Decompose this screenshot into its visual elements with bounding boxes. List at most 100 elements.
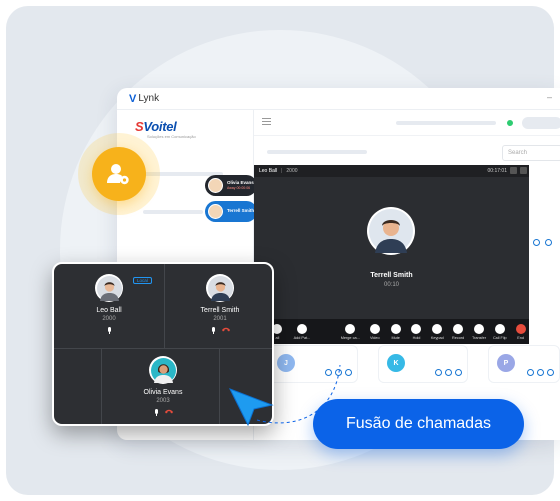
mic-icon[interactable] (107, 327, 112, 334)
more-icon[interactable] (547, 369, 554, 376)
call-control-label: Record (452, 335, 465, 340)
avatar (149, 356, 177, 384)
call-control-label: Transfer (471, 335, 486, 340)
merge-calls-label: Fusão de chamadas (313, 399, 524, 449)
pill-name: Terrell Smith (227, 208, 255, 214)
header-placeholder (522, 117, 560, 129)
mic-icon (390, 323, 401, 334)
menu-icon[interactable] (262, 118, 271, 125)
merge-call-icon (345, 323, 356, 334)
keypad-icon (432, 323, 443, 334)
call-controls: all Add Pat... Merge ca... Video Mute Ho… (254, 319, 529, 344)
app-logo-mark: V (129, 92, 137, 105)
call-duration: 00:10 (383, 282, 399, 288)
avatar (206, 274, 234, 302)
participant-ext: 2001 (213, 316, 227, 322)
content-placeholder (267, 150, 367, 154)
pill-status: Away 00:00:06 (227, 185, 251, 190)
call-icon[interactable] (527, 369, 534, 376)
end-call-icon (515, 323, 526, 334)
call-control-label: all (275, 335, 280, 340)
user-settings-icon (92, 147, 146, 201)
video-icon (369, 323, 380, 334)
end-call-button[interactable]: End (512, 323, 529, 340)
brand-logo: SVoitel Soluções em Comunicação (135, 119, 196, 139)
divider (54, 348, 272, 349)
minimize-icon[interactable] (510, 167, 517, 174)
call-caller-ext: 2000 (286, 168, 298, 174)
participant-tile: Terrell Smith 2001 (174, 274, 266, 334)
mute-button[interactable]: Mute (387, 323, 404, 340)
hang-up-icon[interactable] (164, 409, 173, 414)
callee-name: Terrell Smith (370, 272, 413, 279)
contact-card[interactable]: K (378, 345, 468, 383)
call-control-label: Keypad (430, 335, 444, 340)
participant-tile: Leo Ball 2000 (64, 274, 154, 334)
minimize-button[interactable]: – (547, 92, 552, 102)
transfer-icon (473, 323, 484, 334)
avatar (208, 178, 223, 193)
app-logo: V Lynk (129, 93, 159, 105)
stage: V Lynk – SVoitel Soluções em Comunicação… (0, 0, 560, 501)
cursor-icon (228, 388, 274, 427)
call-control-label: Mute (391, 335, 400, 340)
call-control-label: Video (370, 335, 380, 340)
avatar (95, 274, 123, 302)
call-separator: | (281, 168, 283, 174)
call-flip-icon (494, 323, 505, 334)
chat-icon[interactable] (545, 239, 552, 246)
expand-icon[interactable] (520, 167, 527, 174)
avatar: K (387, 354, 405, 372)
mic-icon[interactable] (211, 327, 216, 334)
participant-name: Olivia Evans (143, 389, 183, 396)
keypad-button[interactable]: Keypad (429, 323, 446, 340)
contact-pill-terrell[interactable]: Terrell Smith (205, 201, 257, 222)
app-titlebar: V Lynk – (117, 88, 560, 110)
contact-pill-olivia[interactable]: Olivia Evans Away 00:00:06 (205, 175, 257, 196)
record-button[interactable]: Record (450, 323, 467, 340)
merge-call-button[interactable]: Merge ca... (338, 323, 362, 340)
video-button[interactable]: Video (366, 323, 383, 340)
avatar (208, 204, 223, 219)
call-timer: 00:17:01 (487, 168, 507, 174)
call-caller-name: Leo Ball (259, 168, 278, 174)
brand-logo-name: Voitel (143, 119, 177, 134)
search-input[interactable]: Search (502, 145, 560, 161)
transfer-button[interactable]: Transfer (471, 323, 488, 340)
chat-icon[interactable] (537, 369, 544, 376)
divider (219, 348, 220, 424)
participant-name: Leo Ball (96, 307, 122, 314)
call-control-label: End (517, 335, 525, 340)
add-participant-icon (296, 323, 307, 334)
call-control-label: Merge ca... (340, 335, 360, 340)
mic-icon[interactable] (154, 409, 159, 416)
divider (164, 264, 165, 348)
participant-ext: 2000 (102, 316, 116, 322)
hang-up-icon[interactable] (221, 327, 230, 332)
participant-ext: 2003 (156, 398, 170, 404)
avatar: P (497, 354, 515, 372)
pause-icon (411, 323, 422, 334)
divider (101, 348, 102, 424)
more-icon[interactable] (455, 369, 462, 376)
participant-tile: Olivia Evans 2003 (117, 356, 209, 416)
app-header (254, 110, 560, 136)
active-call-window: Leo Ball | 2000 00:17:01 Terrell Smith 0… (254, 165, 529, 344)
call-control-label: Call Flip (492, 335, 507, 340)
call-control-label: Add Pat... (293, 335, 311, 340)
app-title: Lynk (138, 93, 160, 104)
header-placeholder (396, 121, 496, 125)
call-control-label: Hold (412, 335, 421, 340)
hold-button[interactable]: Hold (408, 323, 425, 340)
brand-tagline: Soluções em Comunicação (147, 134, 196, 139)
callee-avatar (367, 207, 415, 255)
record-icon (453, 323, 464, 334)
chat-icon[interactable] (445, 369, 452, 376)
contact-card[interactable]: P (488, 345, 560, 383)
call-flip-button[interactable]: Call Flip (491, 323, 508, 340)
status-dot (507, 120, 513, 126)
sidebar-placeholder (143, 210, 203, 214)
call-icon[interactable] (435, 369, 442, 376)
call-icon[interactable] (533, 239, 540, 246)
add-participant-button[interactable]: Add Pat... (290, 323, 314, 340)
